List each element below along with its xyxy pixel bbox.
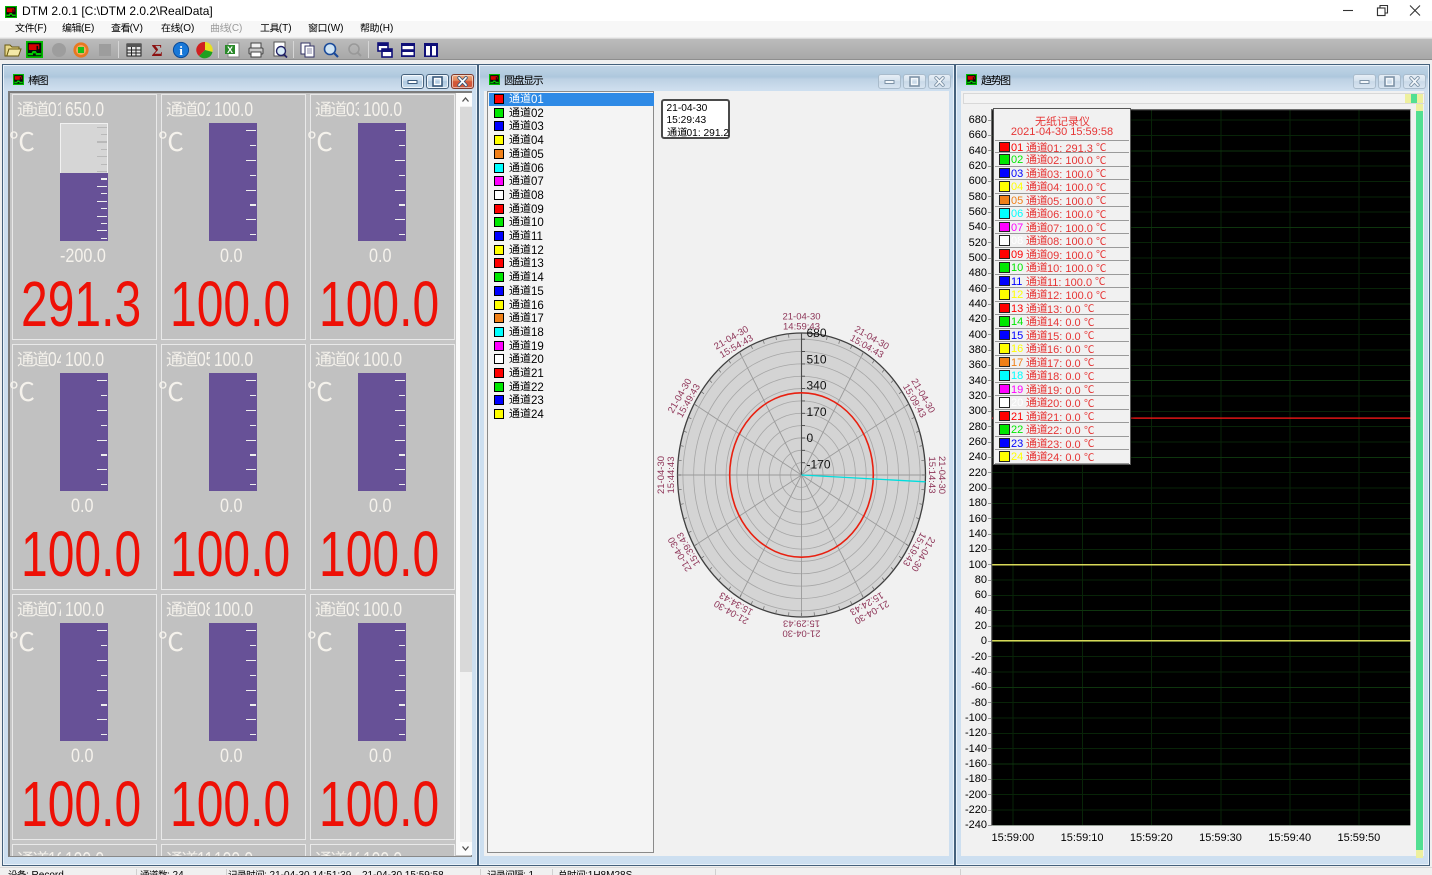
svg-text:340: 340 [807, 379, 827, 393]
svg-text:-170: -170 [807, 457, 831, 471]
svg-text:i: i [179, 43, 183, 58]
svg-text:15:14:43: 15:14:43 [926, 457, 937, 494]
svg-text:0: 0 [807, 431, 814, 445]
svg-text:X: X [227, 45, 233, 55]
svg-text:15:29:43: 15:29:43 [783, 618, 820, 629]
svg-text:14:59:43: 14:59:43 [783, 322, 820, 333]
svg-text:510: 510 [807, 352, 827, 366]
svg-text:Σ: Σ [151, 41, 162, 59]
svg-text:15:44:43: 15:44:43 [666, 457, 677, 494]
svg-text:170: 170 [807, 405, 827, 419]
